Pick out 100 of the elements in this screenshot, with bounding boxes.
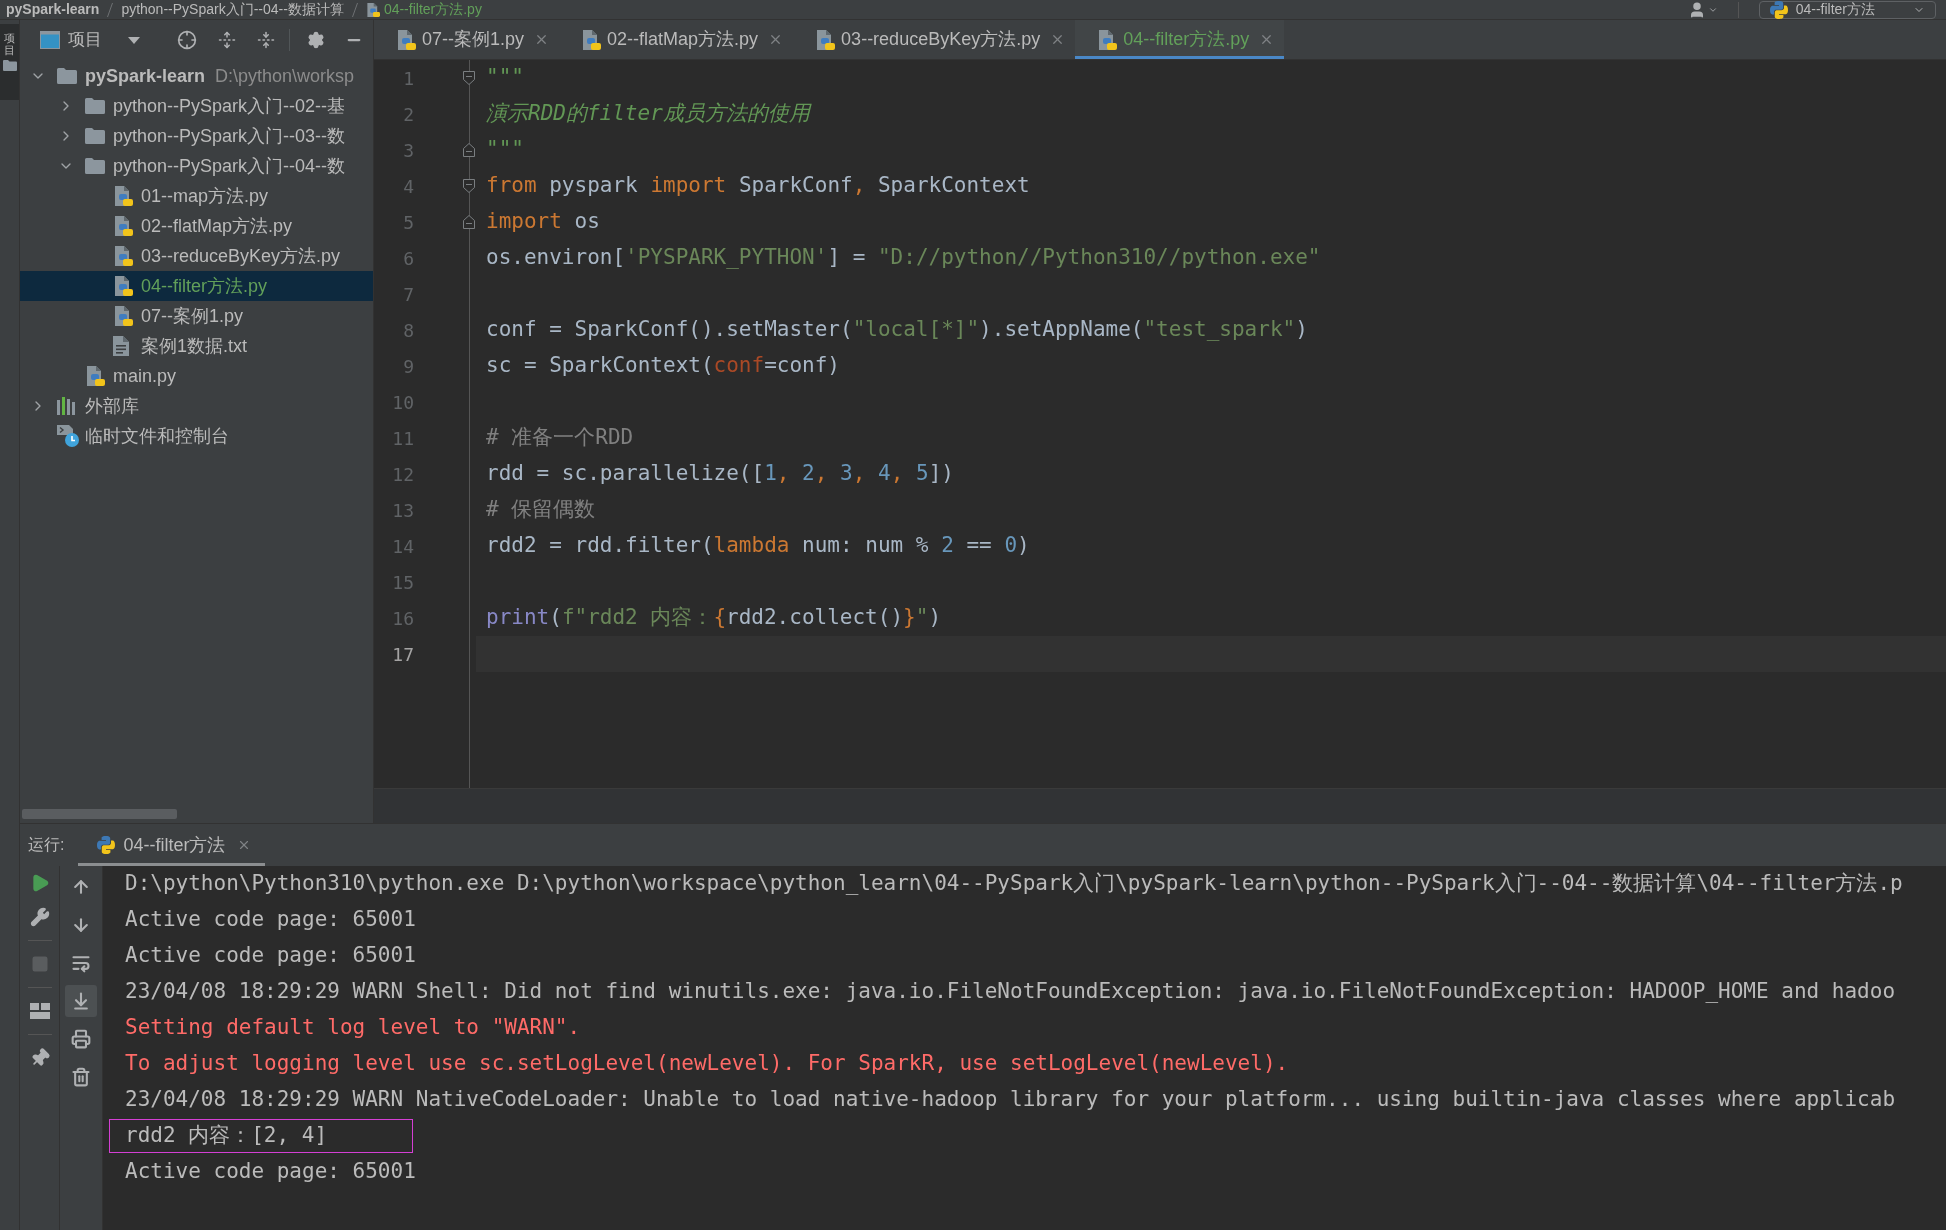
wrench-icon[interactable] [29, 907, 50, 927]
console-line: Active code page: 65001 [125, 1158, 416, 1186]
caret-icon[interactable] [128, 36, 140, 44]
editor-tab[interactable]: 03--reduceByKey方法.py [793, 20, 1076, 59]
project-tool-button[interactable]: 项目 [0, 24, 19, 100]
folder-icon [85, 98, 105, 114]
line-number: 17 [391, 642, 414, 667]
panel-window-icon [40, 31, 60, 49]
line-number: 16 [391, 606, 414, 631]
editor-tab[interactable]: 07--案例1.py [374, 20, 560, 59]
tree-item[interactable]: python--PySpark入门--03--数 [20, 121, 373, 151]
fold-marker-icon[interactable] [463, 71, 475, 85]
editor-tab[interactable]: 04--filter方法.py [1075, 20, 1285, 59]
line-number: 11 [391, 426, 414, 451]
folder-icon [85, 158, 105, 174]
soft-wrap-icon[interactable] [71, 953, 91, 973]
python-file-icon [581, 29, 602, 50]
project-path: D:\python\worksp [215, 64, 355, 88]
python-file-icon [365, 2, 380, 17]
console-line: Setting default log level to "WARN". [125, 1014, 581, 1042]
fold-marker-icon[interactable] [463, 179, 475, 193]
fold-marker-icon[interactable] [463, 215, 475, 229]
crosshair-icon[interactable] [177, 30, 197, 50]
line-number: 3 [402, 138, 414, 163]
console-line: Active code page: 65001 [125, 942, 416, 970]
editor-tab[interactable]: 02--flatMap方法.py [559, 20, 794, 59]
code-line: """ [485, 136, 525, 164]
code-line: rdd2 = rdd.filter(lambda num: num % 2 == 0) [485, 532, 1031, 560]
python-file-icon [113, 246, 133, 266]
line-number: 8 [402, 318, 414, 343]
tree-item[interactable]: 01--map方法.py [20, 181, 373, 211]
layout-icon[interactable] [29, 1003, 50, 1019]
tree-item[interactable]: python--PySpark入门--02--基 [20, 91, 373, 121]
run-configuration-dropdown[interactable]: 04--filter方法 [1758, 0, 1936, 19]
expand-all-icon[interactable] [218, 31, 236, 49]
text-file-icon [113, 336, 129, 356]
console-line: Active code page: 65001 [125, 906, 416, 934]
folder-icon [57, 68, 77, 84]
tree-item[interactable]: 03--reduceByKey方法.py [20, 241, 373, 271]
print-icon[interactable] [71, 1029, 91, 1049]
breadcrumb-item[interactable]: pySpark-learn [6, 0, 100, 20]
run-panel-label: 运行: [28, 835, 65, 855]
tree-item[interactable]: 临时文件和控制台 [20, 421, 373, 451]
arrow-up-icon[interactable] [71, 877, 91, 897]
code-line: 演示RDD的filter成员方法的使用 [485, 100, 813, 128]
code-line: os.environ['PYSPARK_PYTHON'] = "D://python//Python310//python.exe" [485, 244, 1322, 272]
tree-item[interactable]: 外部库 [20, 391, 373, 421]
python-logo-icon [1769, 0, 1788, 19]
tree-item[interactable]: 04--filter方法.py [20, 271, 373, 301]
python-file-icon [113, 186, 133, 206]
python-file-icon [113, 306, 133, 326]
tree-item[interactable]: pySpark-learn D:\python\worksp [20, 61, 373, 91]
arrow-down-icon[interactable] [71, 915, 91, 935]
library-bars-icon [57, 397, 77, 415]
tree-item[interactable]: python--PySpark入门--04--数 [20, 151, 373, 181]
breadcrumb-separator-icon [107, 2, 114, 17]
console-line: 23/04/08 18:29:29 WARN NativeCodeLoader: Unable to load native-hadoop library for your platform... using builtin-java classes where applicab [125, 1086, 1896, 1114]
panel-title: 项目 [68, 29, 102, 52]
line-number: 10 [391, 390, 414, 415]
code-line: from pyspark import SparkConf, SparkContext [485, 172, 1031, 200]
trash-icon[interactable] [71, 1067, 91, 1087]
line-number: 14 [391, 534, 414, 559]
tree-item[interactable]: 02--flatMap方法.py [20, 211, 373, 241]
code-line: sc = SparkContext(conf=conf) [485, 352, 841, 380]
console-line: To adjust logging level use sc.setLogLevel(newLevel). For SparkR, use setLogLevel(newLevel). [125, 1050, 1289, 1078]
line-number: 2 [402, 102, 414, 127]
line-number: 5 [402, 210, 414, 235]
code-line: print(f"rdd2 内容：{rdd2.collect()}") [485, 604, 943, 632]
fold-marker-icon[interactable] [463, 143, 475, 157]
breadcrumb-separator-icon [351, 2, 358, 17]
collapse-all-icon[interactable] [257, 31, 275, 49]
line-number: 12 [391, 462, 414, 487]
code-line: conf = SparkConf().setMaster("local[*]").setAppName("test_spark") [485, 316, 1309, 344]
python-logo-icon [97, 836, 116, 854]
scroll-to-end-button[interactable] [65, 985, 97, 1017]
horizontal-scrollbar[interactable] [22, 809, 177, 819]
line-number: 6 [402, 246, 414, 271]
scratch-clock-icon [57, 425, 79, 447]
code-line: rdd = sc.parallelize([1, 2, 3, 4, 5]) [485, 460, 955, 488]
code-line: import os [485, 208, 601, 236]
python-file-icon [85, 366, 105, 386]
tree-item[interactable]: 案例1数据.txt [20, 331, 373, 361]
line-number: 15 [391, 570, 414, 595]
line-number: 9 [402, 354, 414, 379]
breadcrumb-item[interactable]: python--PySpark入门--04--数据计算 [121, 0, 344, 20]
breadcrumb-item[interactable]: 04--filter方法.py [365, 0, 482, 20]
settings-icon[interactable] [307, 31, 325, 49]
python-file-icon [113, 276, 133, 296]
line-number: 4 [402, 174, 414, 199]
python-file-icon [113, 216, 133, 236]
python-file-icon [396, 29, 416, 50]
python-file-icon [815, 29, 836, 50]
console-line: D:\python\Python310\python.exe D:\python\workspace\python_learn\04--PySpark入门\pySpark-learn\python--PySpark入门--04--数据计算\04--filter方法.p [125, 870, 1903, 898]
tree-item[interactable]: main.py [20, 361, 373, 391]
line-number: 1 [402, 66, 414, 91]
console-line: 23/04/08 18:29:29 WARN Shell: Did not find winutils.exe: java.io.FileNotFoundException: java.io.FileNotFoundException: HADOOP_HOME and hadoo [125, 978, 1896, 1006]
folder-icon [85, 128, 105, 144]
tree-item[interactable]: 07--案例1.py [20, 301, 373, 331]
line-number: 7 [402, 282, 414, 307]
python-file-icon [1097, 29, 1118, 50]
